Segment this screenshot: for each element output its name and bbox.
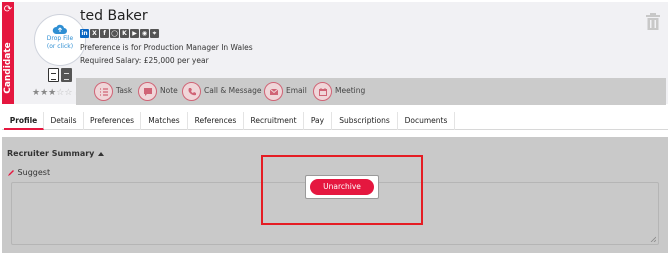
- email-icon: [264, 82, 283, 101]
- tab-profile[interactable]: Profile: [4, 112, 44, 130]
- or-click-label: (or click): [46, 43, 74, 50]
- documents-shortcut[interactable]: [46, 68, 76, 82]
- unarchive-button[interactable]: Unarchive: [310, 179, 374, 195]
- action-label: Email: [286, 86, 307, 95]
- tab-pay[interactable]: Pay: [304, 112, 332, 130]
- collapse-arrow-icon: [98, 151, 105, 156]
- archive-trash-icon[interactable]: [646, 13, 660, 30]
- tab-preferences[interactable]: Preferences: [84, 112, 141, 130]
- tab-recruitment[interactable]: Recruitment: [244, 112, 304, 130]
- youtube-icon[interactable]: ▶: [130, 29, 139, 38]
- social-links: in Xf ◯ K ▶ ◉ ⌖: [80, 29, 160, 39]
- star-icon: ★: [32, 88, 41, 98]
- linkedin-icon[interactable]: in: [80, 29, 89, 38]
- refresh-icon[interactable]: ⟳: [2, 4, 14, 16]
- candidate-salary: Required Salary: £25,000 per year: [80, 56, 209, 65]
- facebook-icon[interactable]: f: [100, 29, 109, 38]
- recruiter-summary-title[interactable]: Recruiter Summary: [7, 149, 105, 158]
- unarchive-dialog: Unarchive: [305, 175, 379, 199]
- note-icon: [138, 82, 157, 101]
- github-icon[interactable]: ◯: [110, 29, 119, 38]
- action-label: Call & Message: [204, 86, 262, 95]
- star-icon: ★: [40, 88, 49, 98]
- candidate-rail: ⟳ Candidate: [2, 2, 14, 104]
- action-label: Task: [116, 86, 133, 95]
- document-filled-icon: [61, 68, 72, 82]
- resize-grip-icon[interactable]: [650, 236, 656, 242]
- tab-subscriptions[interactable]: Subscriptions: [332, 112, 398, 130]
- action-label: Note: [160, 86, 178, 95]
- tab-bar: Profile Details Preferences Matches Referenc…: [2, 112, 668, 130]
- phone-icon: [182, 82, 201, 101]
- candidate-header: Drop File (or click) ★★★☆☆ ⌂ ted Baker i…: [14, 2, 668, 105]
- tab-details[interactable]: Details: [44, 112, 84, 130]
- tab-matches[interactable]: Matches: [141, 112, 188, 130]
- action-label: Meeting: [335, 86, 366, 95]
- pencil-icon: [8, 169, 14, 176]
- location-icon[interactable]: ⌖: [150, 29, 159, 38]
- xing-icon[interactable]: K: [120, 29, 129, 38]
- task-list-icon: [94, 82, 113, 101]
- recruiter-summary-label: Recruiter Summary: [7, 149, 95, 158]
- document-icon: [48, 68, 59, 82]
- x-icon[interactable]: X: [90, 29, 99, 38]
- candidate-rail-label: Candidate: [3, 42, 13, 94]
- tab-documents[interactable]: Documents: [398, 112, 455, 130]
- portfolio-icon[interactable]: ◉: [140, 29, 149, 38]
- avatar-drop-zone[interactable]: Drop File (or click): [34, 14, 86, 66]
- rating-stars[interactable]: ★★★☆☆ ⌂: [32, 88, 81, 98]
- tab-references[interactable]: References: [188, 112, 244, 130]
- suggest-label: Suggest: [17, 168, 51, 177]
- calendar-icon: [313, 82, 332, 101]
- star-empty-icon: ☆: [64, 88, 73, 98]
- action-bar: Task Note Call & Message Email Meeting: [76, 78, 666, 105]
- cloud-upload-icon: [52, 24, 67, 34]
- suggest-link[interactable]: Suggest: [7, 168, 50, 177]
- drop-file-label: Drop File: [46, 35, 74, 42]
- candidate-name: ted Baker: [80, 8, 148, 24]
- candidate-preference: Preference is for Production Manager In …: [80, 43, 253, 52]
